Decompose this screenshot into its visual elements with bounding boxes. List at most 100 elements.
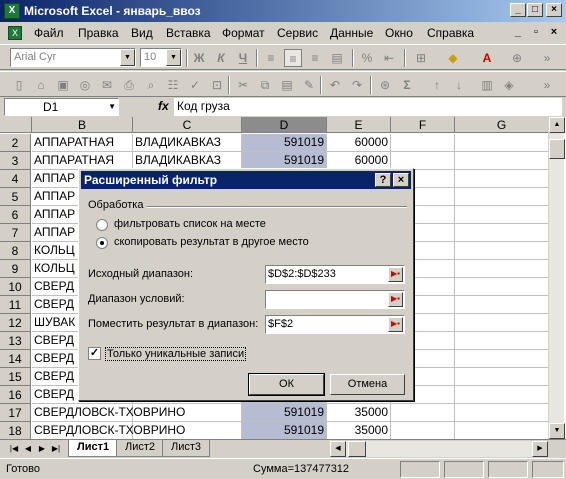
row-header[interactable]: 18 (0, 422, 31, 439)
unique-records-checkbox[interactable]: ✓ (88, 347, 101, 360)
cell-g[interactable] (455, 296, 549, 314)
cell-g[interactable] (455, 422, 549, 439)
row-header[interactable]: 14 (0, 350, 31, 368)
radio-copy-to-location-label[interactable]: скопировать результат в другое место (114, 236, 309, 248)
sort-descending-icon[interactable]: ↓ (450, 76, 468, 94)
row-header[interactable]: 8 (0, 242, 31, 260)
cell-f[interactable] (391, 422, 455, 439)
spelling-icon[interactable]: ✓ (186, 76, 204, 94)
print-icon[interactable]: ⎙ (120, 76, 138, 94)
criteria-range-input[interactable]: ▶▪ (265, 290, 405, 309)
scroll-left-icon[interactable]: ◀ (330, 441, 346, 457)
email-icon[interactable]: ✉ (98, 76, 116, 94)
row-header[interactable]: 5 (0, 188, 31, 206)
research-icon[interactable]: ☷ (164, 76, 182, 94)
font-size-combo[interactable]: 10 ▼ (140, 48, 182, 67)
chevron-down-icon[interactable]: ▼ (166, 49, 181, 66)
row-header[interactable]: 16 (0, 386, 31, 404)
dialog-title-bar[interactable]: Расширенный фильтр ? × (81, 171, 411, 189)
autosum-icon[interactable]: Σ (398, 76, 416, 94)
column-header-g[interactable]: G (455, 117, 549, 133)
dialog-close-button[interactable]: × (393, 173, 409, 187)
cell-g[interactable] (455, 206, 549, 224)
row-header[interactable]: 6 (0, 206, 31, 224)
menu-data[interactable]: Данные (330, 26, 373, 40)
cell-c[interactable]: ВЛАДИКАВКАЗ (133, 134, 242, 152)
fill-color-icon[interactable]: ◆ (444, 49, 462, 67)
row-header[interactable]: 12 (0, 314, 31, 332)
row-header[interactable]: 7 (0, 224, 31, 242)
scroll-thumb[interactable] (549, 139, 565, 159)
name-box[interactable]: D1 ▼ (4, 98, 119, 116)
cell-c[interactable] (133, 404, 242, 422)
borders-icon[interactable]: ⊞ (412, 49, 430, 67)
ok-button[interactable]: ОК (248, 373, 325, 396)
minimize-button[interactable]: _ (510, 3, 526, 17)
radio-copy-to-location[interactable] (96, 237, 108, 249)
last-sheet-icon[interactable]: ▶| (50, 442, 62, 456)
font-name-combo[interactable]: Arial Cyr ▼ (10, 48, 136, 67)
new-icon[interactable]: ▯ (10, 76, 28, 94)
close-button[interactable]: × (546, 3, 562, 17)
align-left-icon[interactable]: ≡ (262, 49, 280, 67)
cell-b[interactable]: СВЕРДЛОВСК-ТХОВРИНО (32, 422, 185, 439)
cell-g[interactable] (455, 224, 549, 242)
scroll-down-icon[interactable]: ▼ (549, 423, 565, 439)
menu-help[interactable]: Справка (427, 26, 474, 40)
help-button[interactable]: ? (375, 173, 391, 187)
bold-icon[interactable]: Ж (190, 49, 208, 67)
function-icon[interactable]: fx (158, 99, 169, 113)
row-header[interactable]: 10 (0, 278, 31, 296)
cell-g[interactable] (455, 134, 549, 152)
radio-filter-in-place-label[interactable]: фильтровать список на месте (114, 218, 266, 230)
menu-edit[interactable]: Правка (78, 26, 119, 40)
cell-b[interactable]: АППАРАТНАЯ (32, 134, 133, 152)
cell-g[interactable] (455, 170, 549, 188)
align-right-icon[interactable]: ≡ (306, 49, 324, 67)
decrease-indent-icon[interactable]: ⇤ (380, 49, 398, 67)
column-header-b[interactable]: B (32, 117, 133, 133)
row-header[interactable]: 11 (0, 296, 31, 314)
workbook-icon[interactable]: X (8, 26, 22, 40)
menu-window[interactable]: Окно (385, 26, 413, 40)
row-header[interactable]: 17 (0, 404, 31, 422)
row-header[interactable]: 15 (0, 368, 31, 386)
horizontal-scrollbar[interactable]: ◀ ▶ (330, 441, 548, 457)
underline-icon[interactable]: Ч (234, 49, 252, 67)
cancel-button[interactable]: Отмена (330, 374, 405, 395)
source-range-input[interactable]: $D$2:$D$233 ▶▪ (265, 265, 405, 284)
chart-wizard-icon[interactable]: ▥ (478, 76, 496, 94)
cell-g[interactable] (455, 260, 549, 278)
row-header[interactable]: 4 (0, 170, 31, 188)
drawing-icon[interactable]: ◈ (500, 76, 518, 94)
save-icon[interactable]: ▣ (54, 76, 72, 94)
menu-insert[interactable]: Вставка (166, 26, 211, 40)
cell-g[interactable] (455, 152, 549, 170)
sort-ascending-icon[interactable]: ↑ (428, 76, 446, 94)
scroll-right-icon[interactable]: ▶ (532, 441, 548, 457)
menu-file[interactable]: Файл (34, 26, 64, 40)
copy-icon[interactable]: ⧉ (256, 76, 274, 94)
undo-icon[interactable]: ↶ (326, 76, 344, 94)
radio-filter-in-place[interactable] (96, 219, 108, 231)
cell-g[interactable] (455, 386, 549, 404)
doc-close-button[interactable]: × (548, 27, 560, 39)
align-center-icon[interactable]: ≡ (284, 49, 302, 67)
cell-g[interactable] (455, 314, 549, 332)
column-header-e[interactable]: E (327, 117, 391, 133)
redo-icon[interactable]: ↷ (348, 76, 366, 94)
next-sheet-icon[interactable]: ▶ (36, 442, 48, 456)
chevron-down-icon[interactable]: ▼ (120, 49, 135, 66)
column-header-c[interactable]: C (133, 117, 242, 133)
cell-e[interactable]: 35000 (327, 422, 391, 439)
unique-records-label[interactable]: Только уникальные записи (105, 347, 247, 361)
open-icon[interactable]: ⌂ (32, 76, 50, 94)
format-painter-icon[interactable]: ✎ (300, 76, 318, 94)
cut-icon[interactable]: ✂ (234, 76, 252, 94)
hyperlink-icon[interactable]: ⊛ (376, 76, 394, 94)
cell-c[interactable] (133, 422, 242, 439)
italic-icon[interactable]: К (212, 49, 230, 67)
research-book-icon[interactable]: ⊡ (208, 76, 226, 94)
menu-format[interactable]: Формат (222, 26, 265, 40)
tab-sheet3[interactable]: Лист3 (162, 440, 211, 457)
